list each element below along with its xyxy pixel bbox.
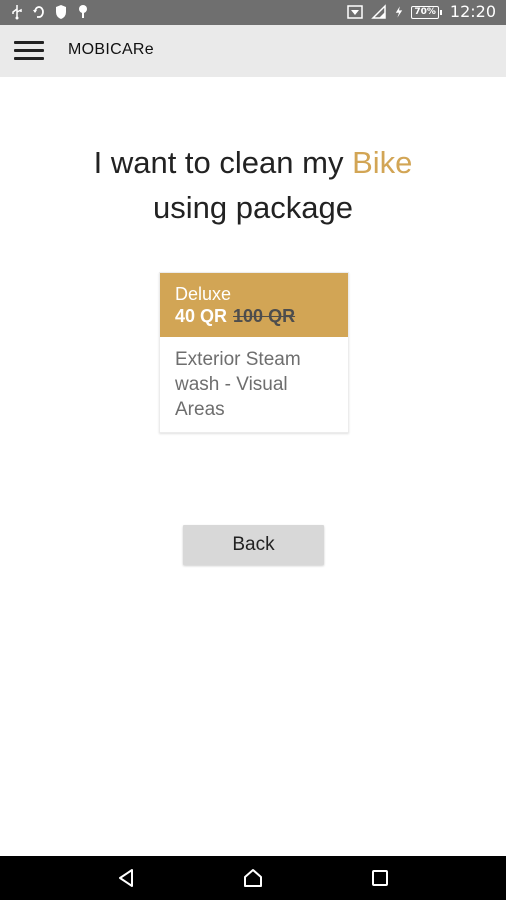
wifi-icon xyxy=(347,5,364,19)
heading-line-1: I want to clean my Bike xyxy=(0,140,506,185)
app-title: MOBICARe xyxy=(68,41,154,58)
screen: 70% 12:20 MOBICARe I want to clean my Bi… xyxy=(0,0,506,900)
hamburger-menu-icon[interactable] xyxy=(14,41,46,61)
usb-icon xyxy=(12,5,22,20)
package-name: Deluxe xyxy=(175,284,232,304)
package-header: Deluxe 40 QR 100 QR xyxy=(160,273,348,337)
back-button[interactable]: Back xyxy=(183,525,324,565)
charging-icon xyxy=(396,6,403,18)
package-description: Exterior Steam wash - Visual Areas xyxy=(175,349,301,420)
package-price-row: 40 QR 100 QR xyxy=(175,305,333,327)
status-time: 12:20 xyxy=(449,2,496,21)
package-price: 40 QR xyxy=(175,306,228,326)
heading-prefix: I want to clean my xyxy=(93,145,353,180)
heading-suffix: using package xyxy=(153,190,353,225)
package-card-deluxe[interactable]: Deluxe 40 QR 100 QR Exterior Steam wash -… xyxy=(159,272,349,433)
recents-nav-icon[interactable] xyxy=(368,866,392,890)
shield-icon xyxy=(56,5,66,19)
back-nav-icon[interactable] xyxy=(114,866,138,890)
status-bar: 70% 12:20 xyxy=(0,0,506,25)
home-nav-icon[interactable] xyxy=(241,866,265,890)
vehicle-type: Bike xyxy=(352,145,413,180)
location-icon xyxy=(79,5,87,18)
sync-icon xyxy=(33,6,44,18)
battery-icon: 70% xyxy=(411,5,442,19)
app-bar: MOBICARe xyxy=(0,25,506,77)
package-old-price: 100 QR xyxy=(233,306,296,326)
battery-level: 70% xyxy=(411,5,439,19)
status-left xyxy=(10,4,90,20)
signal-icon xyxy=(371,4,387,19)
status-right: 70% 12:20 xyxy=(347,3,496,21)
system-nav-bar xyxy=(0,856,506,900)
page-heading: I want to clean my Bike using package xyxy=(0,140,506,230)
